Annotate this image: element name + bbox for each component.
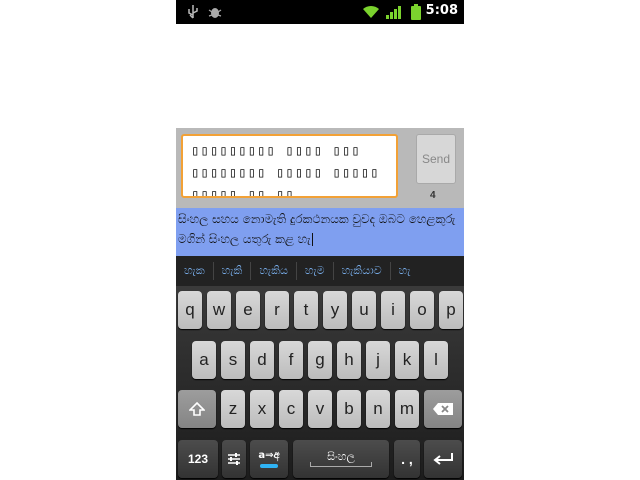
char-counter: 4: [430, 190, 436, 201]
suggestion-item[interactable]: හැම: [297, 262, 334, 280]
key-d[interactable]: d: [250, 341, 274, 379]
key-m[interactable]: m: [395, 390, 419, 428]
key-n[interactable]: n: [366, 390, 390, 428]
key-t[interactable]: t: [294, 291, 318, 329]
suggestion-item[interactable]: හැකියාව: [334, 262, 391, 280]
key-z[interactable]: z: [221, 390, 245, 428]
shift-key[interactable]: [178, 390, 216, 428]
key-k[interactable]: k: [395, 341, 419, 379]
compose-bar: ▯▯▯▯▯▯▯▯▯ ▯▯▯▯ ▯▯▯ ▯▯▯▯▯▯▯▯ ▯▯▯▯▯ ▯▯▯▯▯ …: [176, 128, 464, 208]
key-y[interactable]: y: [323, 291, 347, 329]
settings-sliders-icon: [228, 453, 240, 465]
key-r[interactable]: r: [265, 291, 289, 329]
key-x[interactable]: x: [250, 390, 274, 428]
suggestion-bar: හැක හැකි හැකිය හැම හැකියාව හැ: [176, 256, 464, 286]
soft-keyboard: q w e r t y u i o p a s d f g h j k l z …: [176, 286, 464, 480]
key-v[interactable]: v: [308, 390, 332, 428]
key-e[interactable]: e: [236, 291, 260, 329]
key-q[interactable]: q: [178, 291, 202, 329]
key-b[interactable]: b: [337, 390, 361, 428]
battery-icon: [410, 4, 422, 20]
backspace-icon: [433, 403, 453, 415]
key-o[interactable]: o: [410, 291, 434, 329]
phone-screen: 5:08 ▯▯▯▯▯▯▯▯▯ ▯▯▯▯ ▯▯▯ ▯▯▯▯▯▯▯▯ ▯▯▯▯▯ ▯…: [176, 0, 464, 480]
space-bar-icon: [310, 462, 372, 467]
text-cursor: [311, 233, 313, 246]
key-g[interactable]: g: [308, 341, 332, 379]
transliterate-indicator: [260, 464, 278, 468]
key-j[interactable]: j: [366, 341, 390, 379]
space-key[interactable]: සිංහල: [293, 440, 389, 478]
transliterate-label: a⇒අ: [258, 450, 280, 461]
send-button[interactable]: Send: [416, 134, 456, 184]
status-bar: 5:08: [176, 0, 464, 24]
wifi-icon: [362, 4, 380, 20]
key-s[interactable]: s: [221, 341, 245, 379]
enter-key[interactable]: [424, 440, 462, 478]
key-i[interactable]: i: [381, 291, 405, 329]
key-u[interactable]: u: [352, 291, 376, 329]
suggestion-item[interactable]: හැ: [391, 262, 419, 280]
backspace-key[interactable]: [424, 390, 462, 428]
settings-key[interactable]: [222, 440, 246, 478]
transliterate-key[interactable]: a⇒අ: [250, 440, 288, 478]
suggestion-item[interactable]: හැකි: [214, 262, 252, 280]
enter-arrow-icon: [433, 453, 453, 465]
message-input[interactable]: ▯▯▯▯▯▯▯▯▯ ▯▯▯▯ ▯▯▯ ▯▯▯▯▯▯▯▯ ▯▯▯▯▯ ▯▯▯▯▯ …: [181, 134, 398, 198]
key-l[interactable]: l: [424, 341, 448, 379]
usb-icon: [186, 4, 200, 20]
key-h[interactable]: h: [337, 341, 361, 379]
key-a[interactable]: a: [192, 341, 216, 379]
status-time: 5:08: [425, 3, 458, 18]
composing-text: සිංහල සහය නොමැති දුරකථනයක වුවද ඔබට හෙළකු…: [176, 208, 464, 256]
debug-bug-icon: [208, 4, 222, 20]
key-p[interactable]: p: [439, 291, 463, 329]
suggestion-item[interactable]: හැක: [176, 262, 214, 280]
shift-arrow-icon: [189, 401, 205, 416]
punctuation-key[interactable]: . ,: [394, 440, 420, 478]
composing-text-value: සිංහල සහය නොමැති දුරකථනයක වුවද ඔබට හෙළකු…: [178, 212, 456, 246]
key-c[interactable]: c: [279, 390, 303, 428]
suggestion-item[interactable]: හැකිය: [251, 262, 297, 280]
key-w[interactable]: w: [207, 291, 231, 329]
key-f[interactable]: f: [279, 341, 303, 379]
signal-icon: [386, 4, 402, 20]
symbols-key[interactable]: 123: [178, 440, 218, 478]
message-list: [176, 24, 464, 128]
